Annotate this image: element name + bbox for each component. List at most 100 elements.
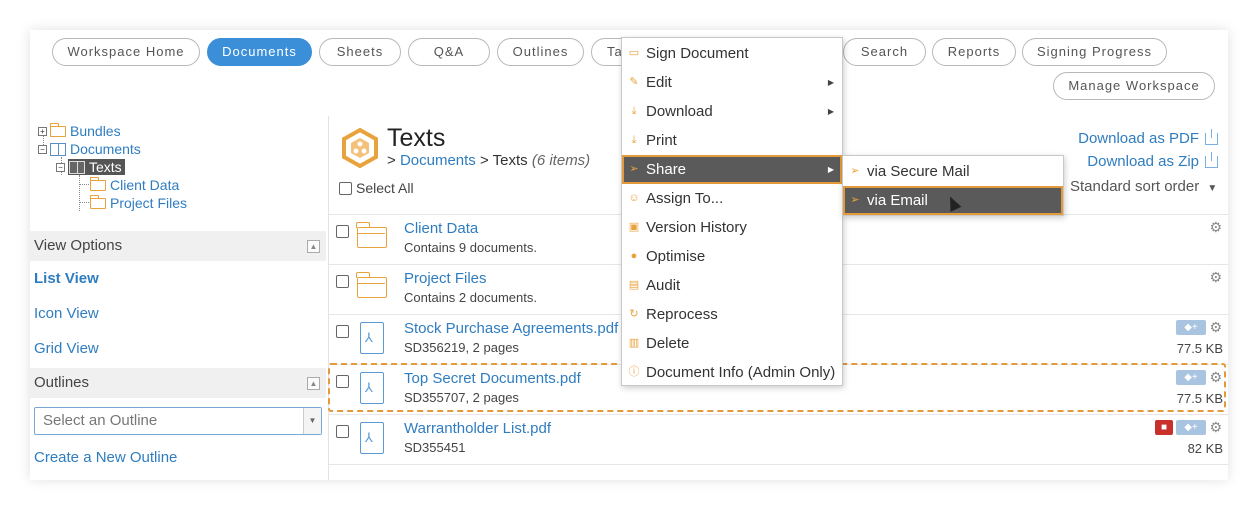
collapse-up-icon[interactable]: ▲ [307, 377, 320, 390]
item-name[interactable]: Stock Purchase Agreements.pdf [404, 320, 618, 337]
submenu-arrow-icon: ▶ [827, 78, 834, 87]
row-checkbox[interactable] [336, 325, 349, 338]
tag-add-icon[interactable]: ◆+ [1176, 320, 1206, 335]
item-count: (6 items) [531, 152, 591, 169]
gear-icon[interactable]: ⚙ [1209, 219, 1222, 236]
tab-signing-progress[interactable]: Signing Progress [1022, 38, 1167, 66]
file-size: 77.5 KB [1176, 341, 1223, 356]
menu-item-edit[interactable]: ✎ Edit ▶ [622, 68, 842, 97]
gear-icon[interactable]: ⚙ [1209, 319, 1222, 336]
tab-outlines[interactable]: Outlines [497, 38, 584, 66]
download-pdf-link[interactable]: Download as PDF [1078, 128, 1218, 147]
menu-item-delete[interactable]: ▥ Delete [622, 329, 842, 358]
collapse-icon[interactable]: − [38, 144, 47, 154]
menu-item-audit[interactable]: ▤ Audit [622, 271, 842, 300]
tree-item-texts[interactable]: − Texts [56, 158, 125, 176]
people-icon: ☺ [628, 192, 640, 204]
tag-add-icon[interactable]: ◆+ [1176, 370, 1206, 385]
row-checkbox[interactable] [336, 225, 349, 238]
submenu-arrow-icon: ▶ [827, 107, 834, 116]
menu-item-print[interactable]: ⤓ Print [622, 126, 842, 155]
list-item[interactable]: Warrantholder List.pdf SD355451 ■ ◆+ ⚙ 8… [329, 414, 1228, 464]
collapse-up-icon[interactable]: ▲ [307, 240, 320, 253]
menu-item-sign-document[interactable]: ▭ Sign Document [622, 39, 842, 68]
tree-label-bundles[interactable]: Bundles [70, 123, 121, 139]
list-end [329, 464, 1228, 480]
breadcrumb-documents[interactable]: Documents [400, 152, 476, 169]
outline-select[interactable]: Select an Outline ▼ [34, 407, 322, 435]
chevron-down-icon[interactable]: ▼ [303, 408, 321, 434]
menu-label: Download [646, 103, 713, 120]
menu-label: Reprocess [646, 306, 718, 323]
tab-sheets[interactable]: Sheets [319, 38, 401, 66]
tag-add-icon[interactable]: ◆+ [1176, 420, 1206, 435]
grid-view-link[interactable]: Grid View [34, 340, 99, 357]
sort-dropdown[interactable]: Standard sort order ▼ [1070, 178, 1217, 195]
menu-item-assign-to[interactable]: ☺ Assign To... [622, 184, 842, 213]
tab-reports[interactable]: Reports [932, 38, 1016, 66]
view-options-header: View Options ▲ [30, 231, 326, 261]
caret-down-icon[interactable]: ▼ [1207, 183, 1217, 194]
row-checkbox[interactable] [336, 425, 349, 438]
select-all-checkbox[interactable] [339, 181, 352, 195]
row-checkbox[interactable] [336, 375, 349, 388]
tree-selected-texts[interactable]: Texts [68, 159, 125, 175]
refresh-icon: ↻ [629, 308, 639, 320]
tab-qa[interactable]: Q&A [408, 38, 490, 66]
tab-workspace-home[interactable]: Workspace Home [52, 38, 200, 66]
menu-label: Assign To... [646, 190, 724, 207]
menu-label: Version History [646, 219, 747, 236]
file-size: 77.5 KB [1176, 391, 1223, 406]
item-name[interactable]: Warrantholder List.pdf [404, 420, 551, 437]
tab-documents[interactable]: Documents [207, 38, 312, 66]
tree-label-documents[interactable]: Documents [70, 141, 141, 157]
create-outline-link[interactable]: Create a New Outline [34, 449, 177, 466]
menu-item-share[interactable]: ➢ Share ▶ [622, 155, 842, 184]
outlines-title: Outlines [34, 374, 90, 391]
item-name[interactable]: Client Data [404, 220, 478, 237]
tree-item-bundles[interactable]: + Bundles [38, 122, 121, 140]
menu-item-via-secure-mail[interactable]: ➢ via Secure Mail [843, 157, 1063, 186]
sort-label: Standard sort order [1070, 178, 1200, 195]
menu-item-download[interactable]: ⤓ Download ▶ [622, 97, 842, 126]
book-icon [50, 142, 66, 156]
tree-label-client-data[interactable]: Client Data [110, 177, 179, 193]
menu-item-optimise[interactable]: ● Optimise [622, 242, 842, 271]
tree-item-project-files[interactable]: Project Files [90, 194, 187, 212]
item-name[interactable]: Project Files [404, 270, 487, 287]
icon-view-link[interactable]: Icon View [34, 305, 99, 322]
send-icon: ➢ [850, 165, 860, 177]
tree-item-documents[interactable]: − Documents [38, 140, 141, 158]
collapse-icon[interactable]: − [56, 162, 65, 172]
folder-icon [50, 122, 66, 137]
folder-icon [90, 194, 106, 209]
item-meta: SD356219, 2 pages [404, 340, 519, 355]
gear-icon[interactable]: ⚙ [1209, 369, 1222, 386]
manage-workspace-button[interactable]: Manage Workspace [1053, 72, 1215, 100]
view-options-title: View Options [34, 237, 123, 254]
select-all-label: Select All [356, 180, 414, 196]
send-icon: ➢ [629, 163, 639, 175]
book-icon [69, 160, 85, 174]
gear-icon[interactable]: ⚙ [1209, 269, 1222, 286]
row-checkbox[interactable] [336, 275, 349, 288]
tab-search[interactable]: Search [843, 38, 926, 66]
tree-label-project-files[interactable]: Project Files [110, 195, 187, 211]
menu-item-reprocess[interactable]: ↻ Reprocess [622, 300, 842, 329]
pdf-icon [360, 372, 384, 404]
download-zip-link[interactable]: Download as Zip [1087, 151, 1218, 170]
item-name[interactable]: Top Secret Documents.pdf [404, 370, 581, 387]
download-icon [1205, 151, 1218, 168]
breadcrumb-current: Texts [492, 152, 528, 169]
select-all[interactable]: Select All [339, 180, 414, 196]
tree-item-client-data[interactable]: Client Data [90, 176, 179, 194]
menu-label: via Email [867, 192, 928, 209]
list-view-link[interactable]: List View [34, 270, 99, 287]
audit-icon: ▤ [628, 279, 640, 291]
gear-icon[interactable]: ⚙ [1209, 419, 1222, 436]
menu-item-version-history[interactable]: ▣ Version History [622, 213, 842, 242]
outlines-header: Outlines ▲ [30, 368, 326, 398]
expand-icon[interactable]: + [38, 126, 47, 136]
menu-item-document-info[interactable]: ⓘ Document Info (Admin Only) [622, 358, 842, 387]
pdf-icon [360, 422, 384, 454]
